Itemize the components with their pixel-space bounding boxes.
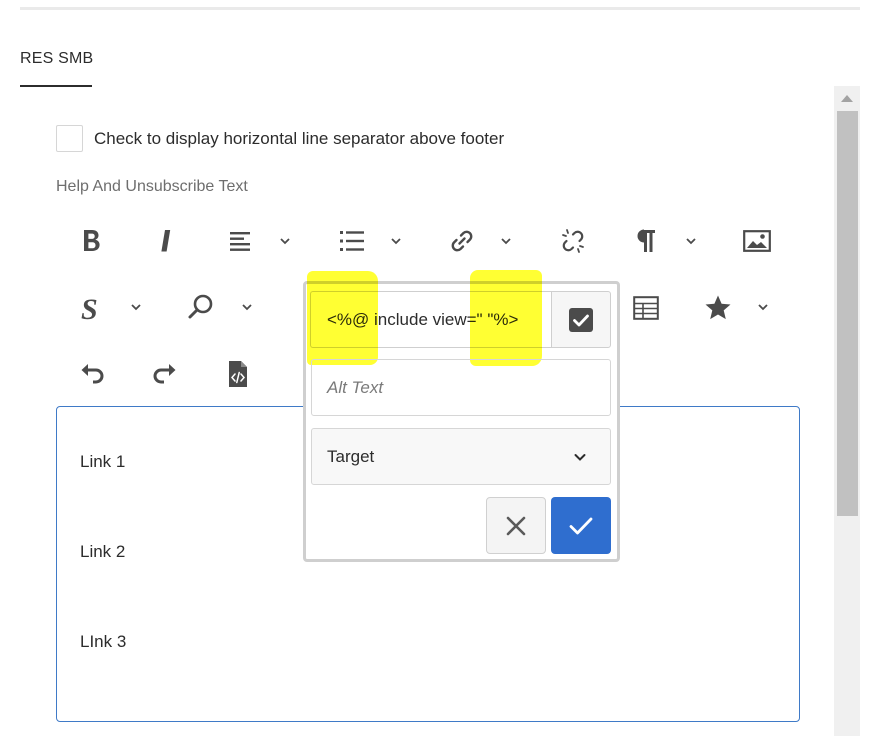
search-icon[interactable] [186, 292, 216, 322]
link-icon[interactable] [447, 226, 477, 256]
link-dropdown-chevron-icon[interactable] [499, 234, 513, 248]
list-dropdown-chevron-icon[interactable] [389, 234, 403, 248]
special-character-dropdown-chevron-icon[interactable] [756, 300, 770, 314]
close-icon [506, 516, 526, 535]
list-icon[interactable] [338, 228, 366, 254]
tab-res-smb[interactable]: RES SMB [20, 50, 93, 68]
bold-icon[interactable] [78, 226, 106, 256]
editor-line-link-2[interactable]: Link 2 [80, 542, 125, 562]
italic-icon[interactable] [154, 226, 178, 256]
image-icon[interactable] [742, 228, 772, 254]
styles-dropdown-chevron-icon[interactable] [129, 300, 143, 314]
path-browse-button[interactable] [551, 291, 611, 348]
separator-checkbox[interactable] [56, 125, 83, 152]
cancel-button[interactable] [486, 497, 546, 554]
redo-icon[interactable] [151, 360, 179, 388]
scrollbar-thumb[interactable] [837, 111, 858, 516]
paragraph-dropdown-chevron-icon[interactable] [684, 234, 698, 248]
source-code-icon[interactable] [226, 359, 250, 389]
unlink-icon[interactable] [558, 226, 588, 256]
special-character-star-icon[interactable] [703, 293, 733, 323]
styles-icon[interactable]: S [78, 292, 106, 324]
highlight-mark-left [307, 271, 378, 365]
search-dropdown-chevron-icon[interactable] [240, 300, 254, 314]
svg-text:S: S [81, 293, 98, 323]
separator-checkbox-label: Check to display horizontal line separat… [94, 129, 505, 148]
top-divider [20, 7, 860, 10]
scroll-up-arrow-icon[interactable] [834, 86, 860, 110]
help-unsubscribe-label: Help And Unsubscribe Text [56, 178, 248, 195]
alt-text-input[interactable]: Alt Text [311, 359, 611, 416]
undo-icon[interactable] [78, 360, 106, 388]
highlight-mark-right [470, 270, 542, 366]
paragraph-icon[interactable] [632, 226, 660, 256]
active-tab-indicator [20, 85, 92, 87]
target-chevron-down-icon[interactable] [572, 449, 588, 465]
confirm-button[interactable] [551, 497, 611, 554]
align-left-icon[interactable] [226, 228, 254, 254]
align-dropdown-chevron-icon[interactable] [278, 234, 292, 248]
editor-line-link-3[interactable]: LInk 3 [80, 632, 126, 652]
checkmark-icon [569, 517, 593, 534]
table-icon[interactable] [632, 295, 660, 321]
checkbox-checked-icon [569, 307, 593, 332]
editor-line-link-1[interactable]: Link 1 [80, 452, 125, 472]
target-select[interactable]: Target [311, 428, 611, 485]
